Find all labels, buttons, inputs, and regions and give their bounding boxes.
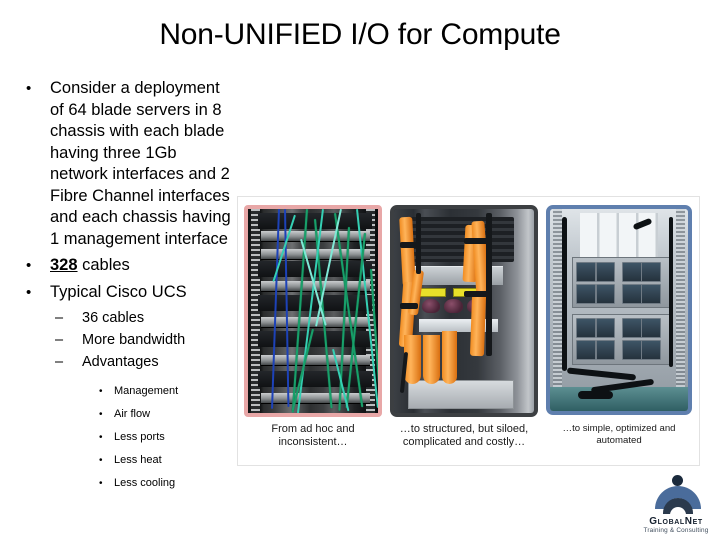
- dash-bullet-icon: –: [55, 354, 64, 370]
- sub-bullet-more-bandwidth: – More bandwidth: [0, 330, 236, 351]
- detail-bullet-less-cooling: • Less cooling: [0, 472, 236, 495]
- figure-caption-structured: …to structured, but siloed, complicated …: [399, 423, 529, 448]
- globalnet-logo: GlobalNet Training & Consulting: [636, 474, 716, 536]
- bullet-item-cables: • 328 cables: [0, 255, 236, 277]
- detail-bullet-less-heat-label: Less heat: [114, 454, 162, 466]
- bullet-dot-icon: •: [99, 432, 103, 443]
- sub-bullet-more-bandwidth-label: More bandwidth: [82, 332, 186, 348]
- bullet-dot-icon: •: [99, 409, 103, 420]
- bullet-dot-icon: •: [99, 386, 103, 397]
- detail-bullet-less-heat: • Less heat: [0, 449, 236, 472]
- bullet-dot-icon: •: [99, 455, 103, 466]
- sub-bullet-36-cables: – 36 cables: [0, 308, 236, 329]
- sub-bullet-advantages-label: Advantages: [82, 354, 159, 370]
- detail-bullet-air-flow: • Air flow: [0, 403, 236, 426]
- bullet-list: • Consider a deployment of 64 blade serv…: [0, 78, 236, 495]
- page-title: Non-UNIFIED I/O for Compute: [159, 18, 561, 51]
- bullet-dot-icon: •: [26, 283, 32, 301]
- dash-bullet-icon: –: [55, 310, 64, 326]
- bullet-item-cables-label: 328 cables: [50, 255, 236, 277]
- figure-caption-messy: From ad hoc and inconsistent…: [271, 423, 355, 448]
- detail-bullet-less-cooling-label: Less cooling: [114, 477, 176, 489]
- bullet-item-typical-ucs: • Typical Cisco UCS: [0, 282, 236, 304]
- sub-bullet-36-cables-label: 36 cables: [82, 310, 145, 326]
- bullet-item-cables-suffix: cables: [77, 256, 130, 274]
- cable-count-emphasis: 328: [50, 256, 78, 274]
- detail-bullet-less-ports-label: Less ports: [114, 431, 165, 443]
- figure-panel-structured: …to structured, but siloed, complicated …: [390, 205, 538, 449]
- globalnet-figure-icon: [636, 474, 716, 516]
- detail-bullet-management-label: Management: [114, 385, 179, 397]
- detail-bullet-air-flow-label: Air flow: [114, 408, 151, 420]
- logo-tagline: Training & Consulting: [643, 527, 709, 534]
- bullet-item-deployment: • Consider a deployment of 64 blade serv…: [0, 78, 236, 250]
- bullet-item-typical-ucs-label: Typical Cisco UCS: [50, 282, 187, 301]
- detail-bullet-management: • Management: [0, 380, 236, 403]
- figure-group: From ad hoc and inconsistent… …to struct…: [237, 196, 700, 466]
- messy-cabling-rack-photo: [244, 205, 382, 417]
- figure-caption-simple: …to simple, optimized and automated: [562, 423, 676, 446]
- figure-panel-messy: From ad hoc and inconsistent…: [244, 205, 382, 449]
- dash-bullet-icon: –: [55, 332, 64, 348]
- ucs-chassis-photo: [546, 205, 692, 415]
- bullet-dot-icon: •: [26, 257, 32, 274]
- bullet-dot-icon: •: [26, 80, 32, 97]
- bullet-item-deployment-label: Consider a deployment of 64 blade server…: [50, 79, 231, 248]
- sub-bullet-advantages: – Advantages: [0, 352, 236, 373]
- detail-bullet-less-ports: • Less ports: [0, 426, 236, 449]
- figure-panel-simple: …to simple, optimized and automated: [546, 205, 692, 447]
- logo-name: GlobalNet: [649, 516, 703, 527]
- orange-cabling-rack-photo: [390, 205, 538, 417]
- bullet-dot-icon: •: [99, 478, 103, 489]
